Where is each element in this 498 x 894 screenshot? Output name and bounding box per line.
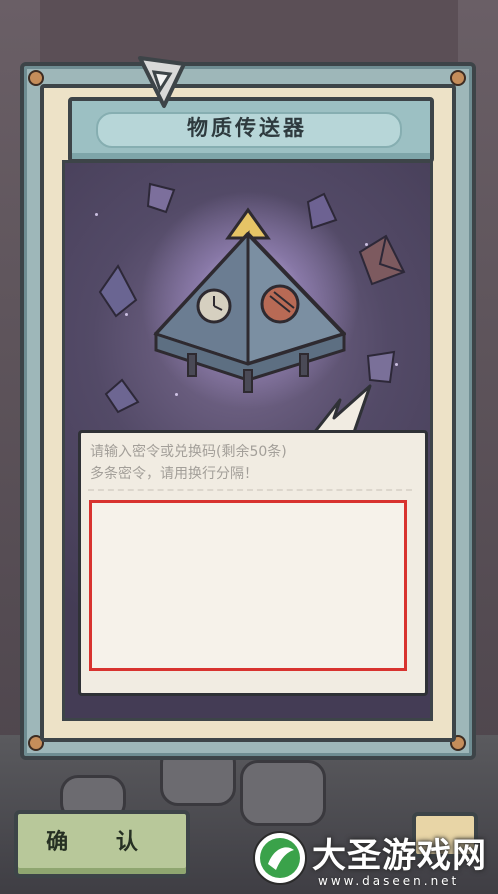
input-hint-line2: 多条密令，请用换行分隔！ xyxy=(90,466,258,482)
crystal-shard-icon xyxy=(358,234,406,286)
confirm-button-label[interactable]: 确 认 xyxy=(14,810,190,878)
rock xyxy=(240,760,326,826)
dialog-title: 物质传送器 xyxy=(187,116,307,140)
watermark-title: 大圣游戏网 xyxy=(312,836,487,876)
crystal-shard-icon xyxy=(104,378,140,414)
crystal-shard-icon xyxy=(98,264,138,318)
sparkle xyxy=(95,213,98,216)
divider xyxy=(88,489,412,491)
pyramid-transporter-icon xyxy=(153,207,346,393)
game-logo-icon xyxy=(138,56,186,108)
watermark-logo-icon xyxy=(253,831,307,885)
watermark-url: www.daseen.net xyxy=(318,874,460,888)
input-hint-line1: 请输入密令或兑换码(剩余50条) xyxy=(90,444,287,460)
code-input[interactable] xyxy=(89,500,407,671)
